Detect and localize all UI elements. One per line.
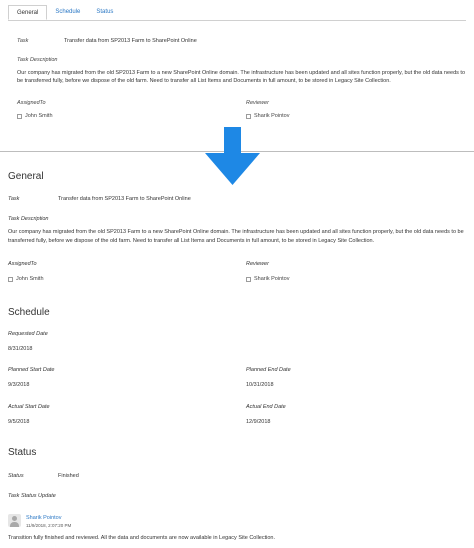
tab-schedule[interactable]: Schedule xyxy=(47,5,88,20)
assigned-to-person[interactable]: John Smith xyxy=(17,113,53,119)
status-label: Status xyxy=(8,473,24,479)
reviewer-label: Reviewer xyxy=(246,100,269,106)
status-heading: Status xyxy=(8,447,37,458)
task-description-text: Our company has migrated from the old SP… xyxy=(17,70,466,84)
tab-general[interactable]: General xyxy=(8,5,48,20)
reviewer-label: Reviewer xyxy=(246,261,269,267)
person-icon xyxy=(246,113,251,119)
comment-author-link[interactable]: Sharik Pointov xyxy=(26,515,61,521)
comment-message: Transition fully finished and reviewed. … xyxy=(8,535,276,541)
form-tabs: General Schedule Status xyxy=(8,5,466,21)
schedule-heading: Schedule xyxy=(8,307,50,318)
person-icon xyxy=(246,276,251,282)
reviewer-name: Sharik Pointov xyxy=(254,276,290,282)
reviewer-name: Sharik Pointov xyxy=(254,113,290,119)
task-value: Transfer data from SP2013 Farm to ShareP… xyxy=(58,196,191,202)
planned-end-date-label: Planned End Date xyxy=(246,367,291,373)
task-description-text: Our company has migrated from the old SP… xyxy=(8,229,464,244)
assigned-to-label: AssignedTo xyxy=(8,261,37,267)
reviewer-person[interactable]: Sharik Pointov xyxy=(246,276,289,282)
task-description-label: Task Description xyxy=(17,57,58,63)
task-status-update-label: Task Status Update xyxy=(8,493,56,499)
general-heading: General xyxy=(8,171,44,182)
assigned-to-name: John Smith xyxy=(16,276,44,282)
requested-date-label: Requested Date xyxy=(8,331,48,337)
comment-timestamp: 11/9/2018, 2:07:20 PM xyxy=(26,523,72,528)
task-description-label: Task Description xyxy=(8,216,49,222)
planned-end-date-value: 10/31/2018 xyxy=(246,382,274,388)
assigned-to-person[interactable]: John Smith xyxy=(8,276,44,282)
actual-end-date-label: Actual End Date xyxy=(246,404,286,410)
reviewer-person[interactable]: Sharik Pointov xyxy=(246,113,289,119)
arrow-down-icon xyxy=(205,127,260,185)
task-label: Task xyxy=(8,196,20,202)
actual-end-date-value: 12/9/2018 xyxy=(246,419,271,425)
assigned-to-name: John Smith xyxy=(25,113,53,119)
requested-date-value: 8/31/2018 xyxy=(8,346,33,352)
planned-start-date-value: 9/3/2018 xyxy=(8,382,30,388)
planned-start-date-label: Planned Start Date xyxy=(8,367,55,373)
status-value: Finished xyxy=(58,473,79,479)
tab-status[interactable]: Status xyxy=(88,5,121,20)
task-value: Transfer data from SP2013 Farm to ShareP… xyxy=(64,38,197,44)
assigned-to-label: AssignedTo xyxy=(17,100,46,106)
task-label: Task xyxy=(17,38,29,44)
actual-start-date-label: Actual Start Date xyxy=(8,404,50,410)
avatar xyxy=(8,514,21,527)
person-icon xyxy=(8,276,13,282)
person-icon xyxy=(17,113,22,119)
actual-start-date-value: 9/5/2018 xyxy=(8,419,30,425)
